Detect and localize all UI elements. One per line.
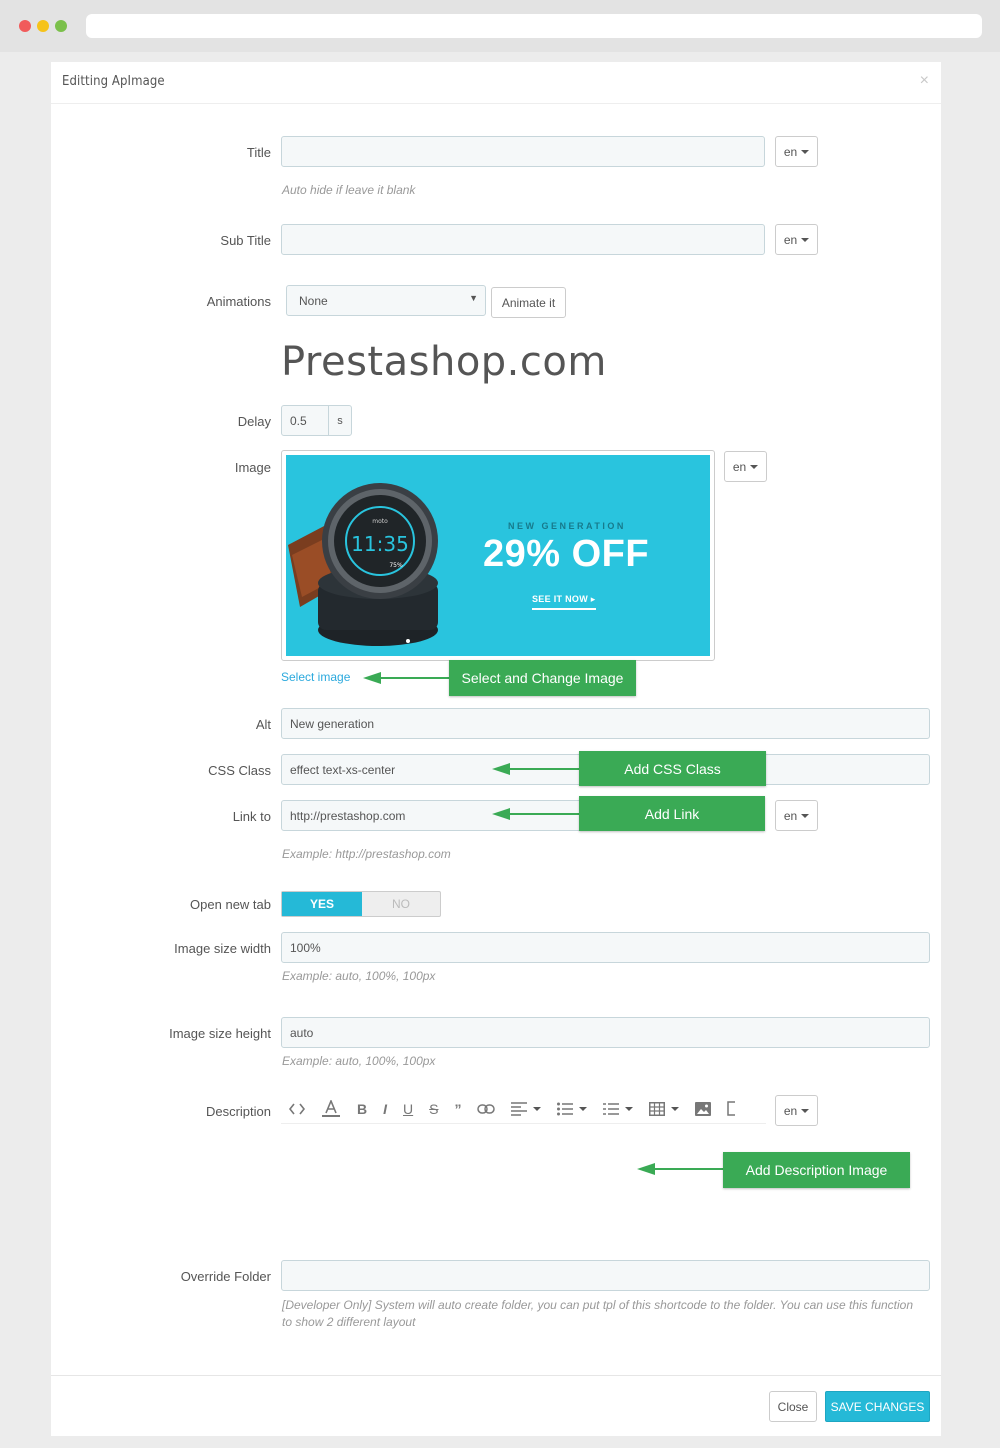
strikethrough-icon[interactable]: S — [421, 1094, 446, 1124]
image-width-help: Example: auto, 100%, 100px — [282, 969, 436, 983]
callout-css-class: Add CSS Class — [579, 751, 766, 786]
animation-preview-text: Prestashop.com — [281, 339, 607, 385]
callout-description-image: Add Description Image — [723, 1152, 910, 1188]
table-icon[interactable] — [641, 1094, 687, 1124]
subtitle-lang-label: en — [783, 232, 798, 247]
chevron-down-icon — [801, 149, 810, 154]
title-label: Title — [246, 145, 271, 160]
switch-yes-option[interactable]: YES — [282, 892, 362, 916]
link-icon[interactable] — [469, 1094, 503, 1124]
arrow-line — [506, 768, 579, 770]
animate-it-button[interactable]: Animate it — [491, 287, 566, 318]
chevron-down-icon — [801, 237, 810, 242]
select-image-link[interactable]: Select image — [281, 670, 350, 684]
editor-toolbar: B I U S ” — [281, 1094, 766, 1124]
open-new-tab-label: Open new tab — [190, 897, 271, 912]
link-lang-label: en — [783, 808, 798, 823]
modal-title: Editting ApImage — [62, 74, 165, 89]
watch-time: 11:35 — [351, 532, 409, 556]
override-folder-input[interactable] — [281, 1260, 930, 1291]
quote-icon[interactable]: ” — [446, 1094, 469, 1124]
watch-illustration: 11:35 moto 75% — [288, 483, 438, 646]
title-lang-label: en — [783, 144, 798, 159]
image-icon[interactable] — [687, 1094, 719, 1124]
chevron-down-icon: ▼ — [469, 293, 478, 303]
numbered-list-icon[interactable] — [595, 1094, 641, 1124]
switch-no-option[interactable]: NO — [362, 892, 440, 916]
override-folder-label: Override Folder — [180, 1269, 271, 1284]
chevron-down-icon — [801, 1108, 810, 1113]
address-bar[interactable] — [86, 14, 982, 38]
bold-icon[interactable]: B — [349, 1094, 375, 1124]
image-width-label: Image size width — [174, 941, 271, 956]
close-button[interactable]: Close — [769, 1391, 817, 1422]
banner-cta: SEE IT NOW ▸ — [532, 594, 596, 610]
title-input[interactable] — [281, 136, 765, 167]
window-minimize-dot[interactable] — [37, 20, 49, 32]
close-icon[interactable]: × — [920, 72, 929, 90]
edit-modal: Editting ApImage × Title en Auto hide if… — [51, 62, 941, 1436]
window-maximize-dot[interactable] — [55, 20, 67, 32]
delay-unit: s — [328, 405, 352, 436]
italic-icon[interactable]: I — [375, 1094, 395, 1124]
arrow-line — [506, 813, 579, 815]
watch-battery: 75% — [389, 562, 403, 569]
title-help: Auto hide if leave it blank — [282, 183, 416, 197]
callout-select-image: Select and Change Image — [449, 660, 636, 696]
arrow-line — [377, 677, 449, 679]
subtitle-label: Sub Title — [220, 233, 271, 248]
arrow-line — [651, 1168, 723, 1170]
callout-link: Add Link — [579, 796, 765, 831]
delay-label: Delay — [237, 414, 271, 429]
animations-label: Animations — [206, 294, 271, 309]
override-folder-help: [Developer Only] System will auto create… — [282, 1298, 914, 1329]
image-lang-dropdown[interactable]: en — [724, 451, 767, 482]
link-help: Example: http://prestashop.com — [282, 847, 451, 861]
description-lang-label: en — [783, 1103, 798, 1118]
window-close-dot[interactable] — [19, 20, 31, 32]
modal-footer: Close SAVE CHANGES — [51, 1375, 941, 1436]
image-width-input[interactable]: 100% — [281, 932, 930, 963]
bullet-list-icon[interactable] — [549, 1094, 595, 1124]
link-lang-dropdown[interactable]: en — [775, 800, 818, 831]
image-label: Image — [234, 460, 271, 475]
title-lang-dropdown[interactable]: en — [775, 136, 818, 167]
image-height-help: Example: auto, 100%, 100px — [282, 1054, 436, 1068]
subtitle-input[interactable] — [281, 224, 765, 255]
chevron-down-icon — [750, 464, 759, 469]
css-class-label: CSS Class — [208, 763, 271, 778]
banner-headline: 29% OFF — [483, 533, 650, 575]
copy-icon[interactable] — [719, 1094, 736, 1124]
code-icon[interactable] — [281, 1094, 313, 1124]
image-height-label: Image size height — [169, 1026, 271, 1041]
image-lang-label: en — [732, 459, 747, 474]
alt-label: Alt — [255, 717, 271, 732]
image-preview-frame[interactable]: 11:35 moto 75% NEW GENERATION 29% OFF SE… — [281, 450, 715, 661]
save-changes-button[interactable]: SAVE CHANGES — [825, 1391, 930, 1422]
delay-input[interactable]: 0.5 — [281, 405, 329, 436]
watch-brand: moto — [372, 518, 388, 525]
alt-input[interactable]: New generation — [281, 708, 930, 739]
animations-select[interactable]: None ▼ — [286, 285, 486, 316]
browser-chrome — [0, 0, 1000, 52]
modal-header: Editting ApImage × — [51, 62, 941, 104]
font-color-icon[interactable] — [313, 1094, 349, 1124]
image-height-input[interactable]: auto — [281, 1017, 930, 1048]
link-to-label: Link to — [232, 809, 271, 824]
description-lang-dropdown[interactable]: en — [775, 1095, 818, 1126]
chevron-down-icon — [801, 813, 810, 818]
animations-selected: None — [299, 293, 328, 308]
delay-group: 0.5 s — [281, 405, 352, 436]
description-label: Description — [205, 1104, 271, 1119]
banner-subtitle: NEW GENERATION — [508, 521, 626, 531]
banner-image: 11:35 moto 75% NEW GENERATION 29% OFF SE… — [286, 455, 710, 656]
subtitle-lang-dropdown[interactable]: en — [775, 224, 818, 255]
align-icon[interactable] — [503, 1094, 549, 1124]
underline-icon[interactable]: U — [395, 1094, 421, 1124]
open-new-tab-switch[interactable]: YES NO — [281, 891, 441, 917]
